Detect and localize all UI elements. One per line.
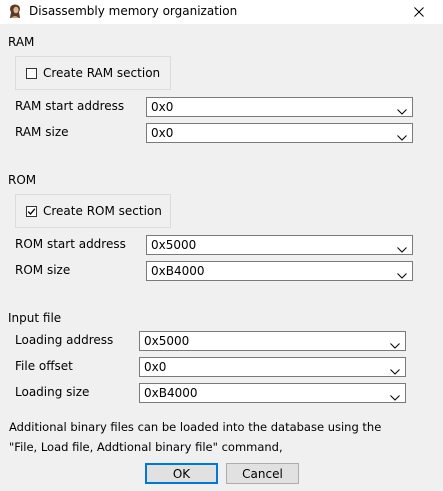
file-offset-combo[interactable]: 0x0 — [139, 357, 406, 377]
chevron-down-icon — [390, 390, 400, 404]
close-button[interactable] — [395, 0, 443, 24]
create-rom-section-checkbox[interactable]: Create ROM section — [26, 204, 162, 218]
create-rom-section-label: Create ROM section — [43, 204, 162, 218]
loading-size-combo[interactable]: 0xB4000 — [139, 383, 406, 403]
chevron-down-icon — [390, 364, 400, 378]
rom-start-address-combo[interactable]: 0x5000 — [146, 235, 413, 255]
chevron-down-icon — [397, 130, 407, 144]
note-line-2: "File, Load file, Addtional binary file"… — [9, 440, 283, 454]
chevron-down-icon — [397, 242, 407, 256]
window-title: Disassembly memory organization — [29, 4, 238, 18]
rom-start-address-value: 0x5000 — [151, 238, 197, 252]
rom-size-label: ROM size — [15, 263, 71, 277]
title-bar: Disassembly memory organization — [0, 0, 443, 24]
loading-size-label: Loading size — [15, 385, 90, 399]
rom-start-address-label: ROM start address — [15, 237, 126, 251]
ram-size-value: 0x0 — [151, 126, 174, 140]
ida-portrait-icon — [8, 4, 22, 19]
create-ram-section-checkbox[interactable]: Create RAM section — [26, 66, 160, 80]
create-ram-section-label: Create RAM section — [43, 66, 161, 80]
close-icon — [414, 7, 424, 17]
ram-start-address-value: 0x0 — [151, 100, 174, 114]
ram-checkbox-box[interactable] — [26, 67, 37, 79]
ok-button[interactable]: OK — [145, 463, 218, 484]
rom-checkbox-box[interactable] — [26, 205, 37, 217]
loading-address-value: 0x5000 — [144, 334, 190, 348]
loading-address-combo[interactable]: 0x5000 — [139, 331, 406, 351]
checkmark-icon — [27, 207, 36, 215]
input-file-heading: Input file — [8, 311, 62, 325]
ram-size-label: RAM size — [15, 125, 69, 139]
ram-start-address-label: RAM start address — [15, 99, 125, 113]
file-offset-label: File offset — [15, 359, 73, 373]
file-offset-value: 0x0 — [144, 360, 167, 374]
loading-size-value: 0xB4000 — [144, 386, 198, 400]
rom-heading: ROM — [8, 173, 37, 187]
rom-size-combo[interactable]: 0xB4000 — [146, 261, 413, 281]
rom-size-value: 0xB4000 — [151, 264, 205, 278]
ram-start-address-combo[interactable]: 0x0 — [146, 97, 413, 117]
chevron-down-icon — [397, 268, 407, 282]
note-line-1: Additional binary files can be loaded in… — [9, 420, 382, 434]
chevron-down-icon — [390, 338, 400, 352]
loading-address-label: Loading address — [15, 333, 114, 347]
ram-size-combo[interactable]: 0x0 — [146, 123, 413, 143]
chevron-down-icon — [397, 104, 407, 118]
cancel-button[interactable]: Cancel — [226, 463, 299, 484]
ram-heading: RAM — [8, 35, 35, 49]
